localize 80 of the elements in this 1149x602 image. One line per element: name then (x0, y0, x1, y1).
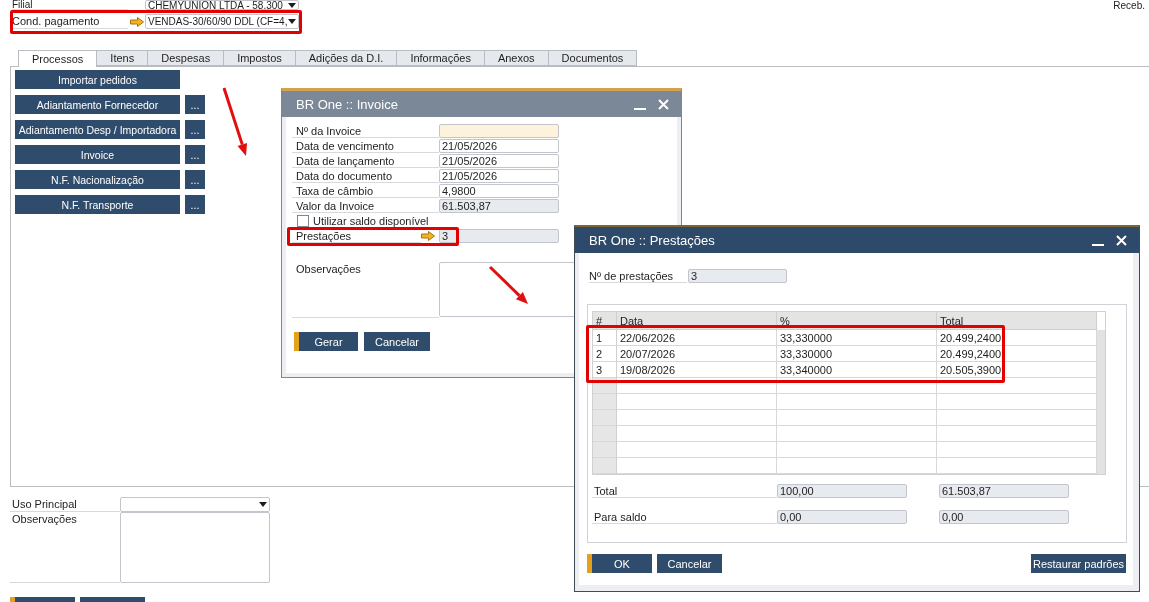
table-cell: 20.505,3900 (937, 362, 1097, 378)
text-field[interactable]: 61.503,87 (439, 199, 559, 213)
row-number: 3 (593, 362, 617, 378)
text-field[interactable]: 21/05/2026 (439, 154, 559, 168)
window-title: BR One :: Prestações (589, 232, 716, 248)
field-label: Total (592, 484, 777, 498)
dropdown-field[interactable]: CHEMYUNION LTDA - 58.300 (145, 0, 299, 10)
ellipsis-button[interactable]: ... (185, 170, 205, 189)
tab[interactable]: Documentos (548, 50, 638, 66)
text-field[interactable]: 4,9800 (439, 184, 559, 198)
text-field[interactable]: 0,00 (777, 510, 907, 524)
text-field[interactable]: 21/05/2026 (439, 139, 559, 153)
table-cell: 22/06/2026 (617, 330, 777, 346)
caret-icon (288, 19, 296, 24)
field-label: Uso Principal (10, 497, 120, 512)
field-label: Data do documento (292, 169, 439, 183)
close-icon[interactable] (1116, 234, 1127, 246)
field-label: Data de lançamento (292, 154, 439, 168)
row-number: 2 (593, 346, 617, 362)
checkbox[interactable] (297, 215, 309, 227)
text-field[interactable]: 0,00 (939, 510, 1069, 524)
caret-icon (259, 502, 267, 507)
tab[interactable]: Processos (18, 50, 98, 67)
dropdown-field[interactable]: VENDAS-30/60/90 DDL (CF=4, (145, 14, 299, 29)
dropdown-field[interactable] (120, 497, 270, 512)
tab[interactable]: Informações (397, 50, 485, 66)
process-button[interactable]: Adiantamento Fornecedor (15, 95, 180, 114)
field-label: Filial (12, 0, 128, 10)
tab[interactable]: Adições da D.I. (295, 50, 398, 66)
process-button[interactable]: Adiantamento Desp / Importadora (15, 120, 180, 139)
process-button[interactable]: Invoice (15, 145, 180, 164)
process-button[interactable]: N.F. Transporte (15, 195, 180, 214)
field-label: Receb. (1113, 0, 1146, 10)
table-cell: 20/07/2026 (617, 346, 777, 362)
right-arrow-icon[interactable] (421, 231, 435, 241)
dialog-button[interactable]: Cancelar (364, 332, 430, 351)
text-field[interactable]: 3 (439, 229, 559, 243)
ellipsis-button[interactable]: ... (185, 145, 205, 164)
table-cell: 33,330000 (777, 346, 937, 362)
annotation-arrow (222, 86, 250, 158)
table-cell: 33,340000 (777, 362, 937, 378)
field-label: Cond. pagamento (12, 14, 128, 29)
text-field[interactable] (439, 124, 559, 138)
field-label: Utilizar saldo disponível (313, 215, 429, 227)
row-number: 1 (593, 330, 617, 346)
tab[interactable]: Impostos (224, 50, 296, 66)
field-label: Valor da Invoice (292, 199, 439, 213)
tab[interactable]: Anexos (484, 50, 549, 66)
field-label: Nº de prestações (589, 269, 687, 283)
window-title: BR One :: Invoice (296, 96, 399, 112)
text-field[interactable]: 61.503,87 (939, 484, 1069, 498)
footer-button[interactable] (10, 597, 75, 602)
annotation-arrow (488, 265, 529, 305)
process-button[interactable]: N.F. Nacionalização (15, 170, 180, 189)
field-label: Prestações (292, 229, 421, 243)
ellipsis-button[interactable]: ... (185, 195, 205, 214)
dialog-button[interactable]: Cancelar (657, 554, 722, 573)
table-cell: 19/08/2026 (617, 362, 777, 378)
text-field[interactable]: 100,00 (777, 484, 907, 498)
field-label: Nº da Invoice (292, 124, 439, 138)
scroll-bar[interactable] (1097, 330, 1105, 474)
table-cell: 20.499,2400 (937, 346, 1097, 362)
ellipsis-button[interactable]: ... (185, 120, 205, 139)
text-field[interactable]: 3 (688, 269, 787, 283)
dialog-button[interactable]: OK (587, 554, 652, 573)
right-arrow-icon[interactable] (129, 16, 144, 27)
process-button[interactable]: Importar pedidos (15, 70, 180, 89)
tab[interactable]: Despesas (148, 50, 225, 66)
dialog-button[interactable]: Gerar (294, 332, 358, 351)
caret-icon (288, 2, 296, 8)
field-label: Taxa de câmbio (292, 184, 439, 198)
dialog-button[interactable]: Restaurar padrões (1031, 554, 1126, 573)
ellipsis-button[interactable]: ... (185, 95, 205, 114)
column-header: Total (937, 312, 1097, 330)
field-label: Para saldo (592, 510, 777, 524)
table-cell: 20.499,2400 (937, 330, 1097, 346)
table-cell: 33,330000 (777, 330, 937, 346)
field-label: Data de vencimento (292, 139, 439, 153)
text-field[interactable]: 21/05/2026 (439, 169, 559, 183)
tab[interactable]: Itens (97, 50, 149, 66)
